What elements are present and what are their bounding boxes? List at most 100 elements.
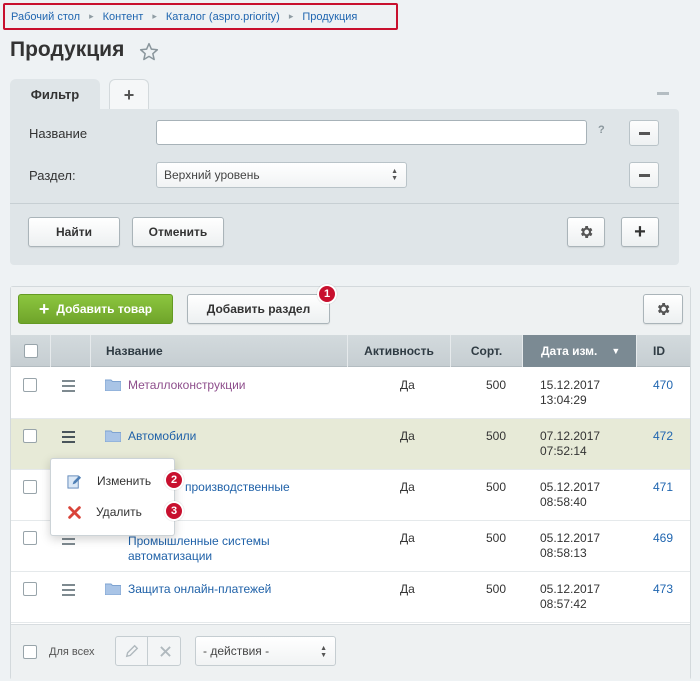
section-select[interactable]: Верхний уровень ▲ ▼ bbox=[156, 162, 407, 188]
row-date: 05.12.2017 bbox=[540, 531, 601, 545]
pencil-icon bbox=[125, 644, 138, 658]
row-context-menu: Изменить Удалить bbox=[50, 458, 175, 536]
row-time: 13:04:29 bbox=[540, 393, 587, 407]
row-name-link[interactable]: Промышленные системы автоматизации bbox=[128, 534, 270, 564]
row-sort: 500 bbox=[486, 531, 507, 545]
row-sort: 500 bbox=[486, 378, 507, 392]
row-name-link[interactable]: Автомобили bbox=[128, 429, 196, 444]
row-activity: Да bbox=[400, 378, 415, 392]
menu-item-delete-label: Удалить bbox=[96, 505, 142, 519]
row-time: 08:58:13 bbox=[540, 546, 587, 560]
row-id[interactable]: 470 bbox=[653, 378, 673, 392]
row-menu-icon[interactable] bbox=[62, 380, 75, 395]
menu-item-edit[interactable]: Изменить bbox=[51, 467, 176, 495]
name-input[interactable] bbox=[156, 120, 587, 145]
actions-select[interactable]: - действия - ▲ ▼ bbox=[195, 636, 336, 666]
remove-section-filter-button[interactable] bbox=[629, 162, 659, 188]
grid-footer: Для всех - действия - ▲ ▼ bbox=[11, 624, 690, 680]
minus-icon bbox=[638, 173, 650, 177]
bulk-delete-button[interactable] bbox=[149, 637, 181, 665]
help-icon[interactable]: ? bbox=[598, 124, 605, 136]
collapse-filter-icon[interactable] bbox=[657, 92, 669, 95]
row-date: 07.12.2017 bbox=[540, 429, 601, 443]
folder-icon bbox=[105, 379, 121, 391]
folder-icon bbox=[105, 430, 121, 442]
breadcrumb-content[interactable]: Контент bbox=[103, 11, 144, 23]
row-sort: 500 bbox=[486, 480, 507, 494]
row-name-link[interactable]: Защита онлайн-платежей bbox=[128, 582, 271, 597]
column-name[interactable]: Название bbox=[91, 335, 348, 367]
menu-item-delete[interactable]: Удалить bbox=[51, 498, 176, 526]
for-all-checkbox[interactable] bbox=[23, 645, 37, 659]
add-filter-field-button[interactable]: + bbox=[621, 217, 659, 247]
annotation-badge-1: 1 bbox=[317, 284, 337, 304]
filter-divider bbox=[10, 203, 679, 204]
column-date-label: Дата изм. bbox=[541, 344, 598, 358]
add-filter-tab-button[interactable]: + bbox=[109, 79, 149, 110]
bulk-action-buttons bbox=[115, 636, 181, 666]
breadcrumb-desktop[interactable]: Рабочий стол bbox=[11, 11, 80, 23]
remove-name-filter-button[interactable] bbox=[629, 120, 659, 146]
row-sort: 500 bbox=[486, 429, 507, 443]
row-time: 08:58:40 bbox=[540, 495, 587, 509]
row-checkbox[interactable] bbox=[23, 531, 37, 545]
header-select-all[interactable] bbox=[11, 335, 51, 367]
row-sort: 500 bbox=[486, 582, 507, 596]
row-date: 05.12.2017 bbox=[540, 582, 601, 596]
grid-toolbar: + Добавить товар Добавить раздел 1 bbox=[11, 284, 690, 335]
row-name-link[interactable]: производственные bbox=[185, 480, 290, 495]
select-arrows-icon: ▲ ▼ bbox=[320, 645, 327, 659]
column-date-modified[interactable]: Дата изм. ▼ bbox=[523, 335, 637, 367]
select-all-checkbox[interactable] bbox=[23, 344, 38, 358]
gear-icon bbox=[580, 226, 593, 238]
table-header: Название Активность Сорт. Дата изм. ▼ ID bbox=[11, 335, 690, 367]
add-product-button[interactable]: + Добавить товар bbox=[18, 294, 173, 324]
table-row[interactable]: Металлоконструкции Да 500 15.12.2017 13:… bbox=[11, 368, 690, 419]
tab-filter[interactable]: Фильтр bbox=[10, 79, 100, 110]
section-label: Раздел: bbox=[29, 168, 76, 183]
row-id[interactable]: 471 bbox=[653, 480, 673, 494]
delete-icon bbox=[68, 505, 81, 519]
row-checkbox[interactable] bbox=[23, 378, 37, 392]
row-activity: Да bbox=[400, 582, 415, 596]
row-activity: Да bbox=[400, 480, 415, 494]
row-id[interactable]: 472 bbox=[653, 429, 673, 443]
find-button[interactable]: Найти bbox=[28, 217, 120, 247]
gear-icon bbox=[657, 303, 670, 315]
bulk-edit-button[interactable] bbox=[116, 637, 148, 665]
section-select-value: Верхний уровень bbox=[164, 168, 260, 182]
row-name-link[interactable]: Металлоконструкции bbox=[128, 378, 246, 393]
add-product-label: Добавить товар bbox=[56, 302, 153, 316]
annotation-badge-3: 3 bbox=[164, 501, 184, 521]
row-id[interactable]: 469 bbox=[653, 531, 673, 545]
column-activity[interactable]: Активность bbox=[348, 335, 451, 367]
filter-settings-button[interactable] bbox=[567, 217, 605, 247]
breadcrumb: Рабочий стол ▸ Контент ▸ Каталог (aspro.… bbox=[3, 3, 398, 30]
row-activity: Да bbox=[400, 429, 415, 443]
breadcrumb-products[interactable]: Продукция bbox=[302, 11, 357, 23]
column-sort[interactable]: Сорт. bbox=[451, 335, 523, 367]
breadcrumb-separator: ▸ bbox=[288, 11, 294, 21]
row-checkbox[interactable] bbox=[23, 429, 37, 443]
for-all-label: Для всех bbox=[49, 646, 95, 658]
add-section-button[interactable]: Добавить раздел bbox=[187, 294, 330, 324]
row-date: 05.12.2017 bbox=[540, 480, 601, 494]
grid-settings-button[interactable] bbox=[643, 294, 683, 324]
folder-icon bbox=[105, 583, 121, 595]
row-date: 15.12.2017 bbox=[540, 378, 601, 392]
row-checkbox[interactable] bbox=[23, 480, 37, 494]
star-icon[interactable] bbox=[139, 42, 159, 62]
row-checkbox[interactable] bbox=[23, 582, 37, 596]
column-id[interactable]: ID bbox=[637, 335, 690, 367]
row-id[interactable]: 473 bbox=[653, 582, 673, 596]
table-row[interactable]: Защита онлайн-платежей Да 500 05.12.2017… bbox=[11, 572, 690, 623]
cancel-button[interactable]: Отменить bbox=[132, 217, 224, 247]
page-title: Продукция bbox=[10, 38, 125, 61]
row-name-line1: Промышленные системы bbox=[128, 534, 270, 548]
row-time: 07:52:14 bbox=[540, 444, 587, 458]
row-menu-icon[interactable] bbox=[62, 584, 75, 599]
filter-panel: Название ? Раздел: Верхний уровень ▲ ▼ На… bbox=[10, 109, 679, 265]
breadcrumb-catalog[interactable]: Каталог (aspro.priority) bbox=[166, 11, 280, 23]
row-menu-icon[interactable] bbox=[62, 431, 75, 446]
menu-item-edit-label: Изменить bbox=[97, 474, 152, 488]
